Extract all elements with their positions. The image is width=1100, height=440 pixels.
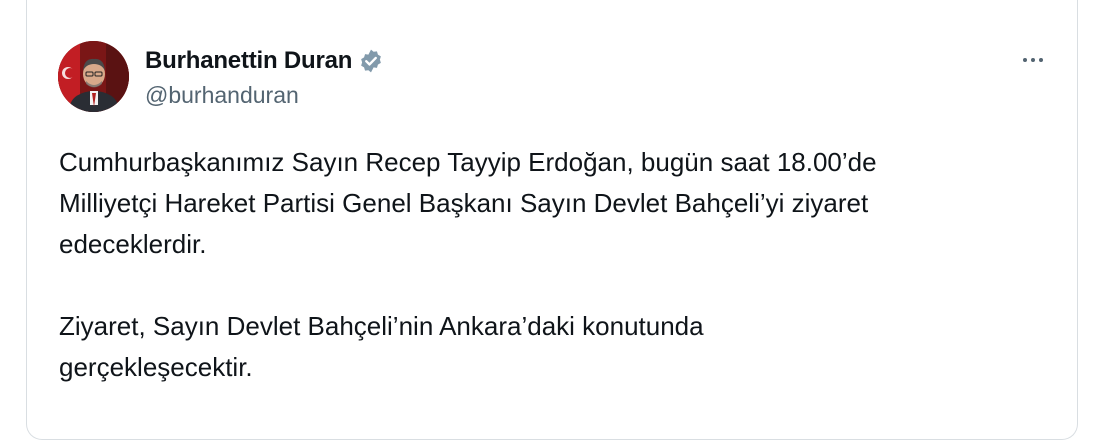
tweet-line: edeceklerdir. (59, 229, 207, 259)
tweet-line: Ziyaret, Sayın Devlet Bahçeli’nin Ankara… (59, 311, 704, 341)
more-options-button[interactable] (1014, 46, 1052, 74)
author-avatar[interactable] (58, 41, 129, 112)
author-display-name[interactable]: Burhanettin Duran (145, 47, 352, 75)
tweet-line: Cumhurbaşkanımız Sayın Recep Tayyip Erdo… (59, 147, 877, 177)
tweet-text: Cumhurbaşkanımız Sayın Recep Tayyip Erdo… (59, 142, 1059, 388)
author-handle[interactable]: @burhanduran (145, 82, 299, 109)
verified-badge-icon (358, 48, 384, 74)
more-horizontal-icon-dot (1031, 58, 1035, 62)
more-horizontal-icon (1023, 58, 1027, 62)
more-horizontal-icon-dot (1039, 58, 1043, 62)
tweet-line: Milliyetçi Hareket Partisi Genel Başkanı… (59, 188, 869, 218)
avatar-portrait-image (58, 41, 129, 112)
author-name-row: Burhanettin Duran (145, 46, 384, 76)
tweet-line: gerçekleşecektir. (59, 352, 253, 382)
